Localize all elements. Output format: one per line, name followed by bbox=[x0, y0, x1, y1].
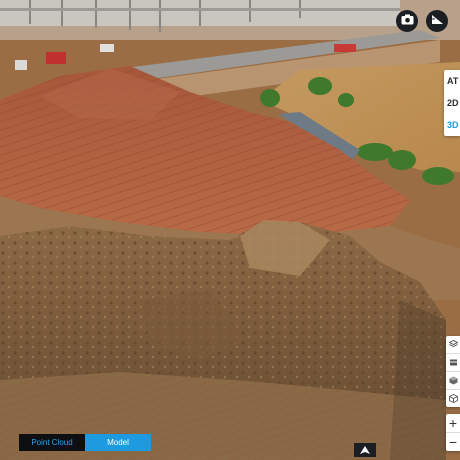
view-mode-tabs: AT 2D 3D bbox=[444, 70, 460, 136]
tab-3d[interactable]: 3D bbox=[444, 114, 460, 136]
tab-at[interactable]: AT bbox=[444, 70, 460, 92]
cube-wire-icon bbox=[448, 390, 458, 408]
measure-button[interactable] bbox=[426, 10, 448, 32]
compass-icon bbox=[360, 441, 370, 459]
cube-solid-icon bbox=[449, 354, 458, 372]
solid-view-button[interactable] bbox=[446, 354, 460, 372]
zoom-out-button[interactable]: − bbox=[446, 432, 460, 451]
model-tools bbox=[446, 336, 460, 407]
camera-button[interactable] bbox=[396, 10, 418, 32]
point-cloud-button[interactable]: Point Cloud bbox=[19, 434, 85, 451]
textured-view-button[interactable] bbox=[446, 372, 460, 390]
model-3d-viewport[interactable] bbox=[0, 0, 460, 460]
camera-icon bbox=[401, 12, 414, 30]
compass-button[interactable] bbox=[354, 443, 376, 457]
zoom-in-button[interactable]: + bbox=[446, 414, 460, 432]
cube-outline-icon bbox=[449, 372, 458, 390]
wireframe-view-button[interactable] bbox=[446, 390, 460, 407]
measure-icon bbox=[431, 12, 444, 30]
layers-button[interactable] bbox=[446, 336, 460, 354]
layers-icon bbox=[447, 336, 459, 354]
construction-site-model bbox=[0, 0, 460, 460]
render-mode-switch: Point Cloud Model bbox=[19, 434, 151, 451]
zoom-controls: + − bbox=[446, 414, 460, 451]
tab-2d[interactable]: 2D bbox=[444, 92, 460, 114]
model-button[interactable]: Model bbox=[85, 434, 151, 451]
